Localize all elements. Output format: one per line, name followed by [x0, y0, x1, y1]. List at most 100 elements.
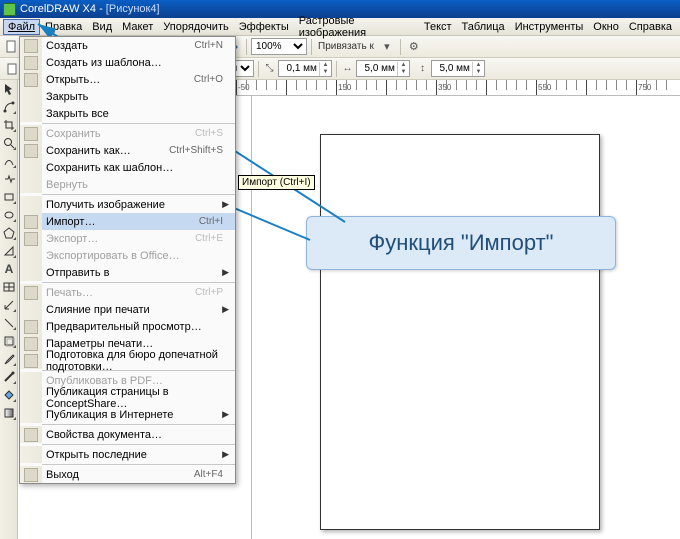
- print-icon: [24, 286, 38, 300]
- height-icon: ↕: [416, 62, 429, 75]
- app-name: CorelDRAW X4: [20, 3, 96, 15]
- canvas[interactable]: [252, 96, 680, 539]
- file-menu-item-27[interactable]: Свойства документа…: [20, 426, 235, 443]
- snap-dropdown[interactable]: ▾: [378, 38, 396, 56]
- file-menu-item-14: Экспортировать в Office…: [20, 247, 235, 264]
- menu-label: Предварительный просмотр…: [42, 321, 229, 333]
- dup-dx-group: ↔ ▲▼: [341, 60, 410, 77]
- menu-text[interactable]: Текст: [419, 19, 457, 35]
- menu-effects[interactable]: Эффекты: [234, 19, 294, 35]
- file-menu-item-29[interactable]: Открыть последние▶: [20, 446, 235, 463]
- text-tool[interactable]: A: [0, 260, 18, 278]
- import-tooltip: Импорт (Ctrl+I): [238, 175, 315, 190]
- file-menu-item-11[interactable]: Получить изображение▶: [20, 196, 235, 213]
- connector-tool[interactable]: [0, 314, 18, 332]
- crop-tool[interactable]: [0, 116, 18, 134]
- file-menu-item-4[interactable]: Закрыть все: [20, 105, 235, 122]
- file-menu-item-6: СохранитьCtrl+S: [20, 125, 235, 142]
- submenu-arrow-icon: ▶: [222, 267, 229, 278]
- submenu-arrow-icon: ▶: [222, 409, 229, 420]
- file-menu-item-3[interactable]: Закрыть: [20, 88, 235, 105]
- menu-edit[interactable]: Правка: [40, 19, 87, 35]
- freehand-tool[interactable]: [0, 152, 18, 170]
- export-icon: [24, 232, 38, 246]
- file-menu-item-18[interactable]: Слияние при печати▶: [20, 301, 235, 318]
- menu-label: Отправить в: [42, 267, 222, 279]
- exit-icon: [24, 468, 38, 482]
- ellipse-tool[interactable]: [0, 206, 18, 224]
- menu-label: Создать: [42, 40, 194, 52]
- submenu-arrow-icon: ▶: [222, 304, 229, 315]
- menu-label: Экспортировать в Office…: [42, 250, 229, 262]
- pick-tool[interactable]: [0, 80, 18, 98]
- menu-bitmaps[interactable]: Растровые изображения: [294, 13, 419, 41]
- file-menu-item-9: Вернуть: [20, 176, 235, 193]
- prep-icon: [24, 354, 38, 368]
- polygon-tool[interactable]: [0, 224, 18, 242]
- file-menu-dropdown: СоздатьCtrl+NСоздать из шаблона…Открыть……: [19, 36, 236, 484]
- options-button[interactable]: ⚙: [405, 38, 423, 56]
- eyedropper-tool[interactable]: [0, 350, 18, 368]
- open-icon: [24, 73, 38, 87]
- file-menu-item-0[interactable]: СоздатьCtrl+N: [20, 37, 235, 54]
- menu-label: Сохранить как шаблон…: [42, 162, 229, 174]
- new-icon: [24, 39, 38, 53]
- menu-label: Закрыть все: [42, 108, 229, 120]
- file-menu-item-8[interactable]: Сохранить как шаблон…: [20, 159, 235, 176]
- spinner-up-icon[interactable]: ▲: [320, 62, 331, 69]
- toolbox: A: [0, 80, 18, 539]
- file-menu-item-1[interactable]: Создать из шаблона…: [20, 54, 235, 71]
- menu-arrange[interactable]: Упорядочить: [158, 19, 233, 35]
- rectangle-tool[interactable]: [0, 188, 18, 206]
- shape-tool[interactable]: [0, 98, 18, 116]
- submenu-arrow-icon: ▶: [222, 449, 229, 460]
- menu-label: Экспорт…: [42, 233, 195, 245]
- spinner-down-icon[interactable]: ▼: [320, 69, 331, 76]
- basic-shapes-tool[interactable]: [0, 242, 18, 260]
- menu-label: Печать…: [42, 287, 195, 299]
- file-menu-item-2[interactable]: Открыть…Ctrl+O: [20, 71, 235, 88]
- menu-tools[interactable]: Инструменты: [510, 19, 589, 35]
- zoom-tool[interactable]: [0, 134, 18, 152]
- menu-table[interactable]: Таблица: [457, 19, 510, 35]
- preview-icon: [24, 320, 38, 334]
- menu-window[interactable]: Окно: [588, 19, 624, 35]
- menu-label: Слияние при печати: [42, 304, 222, 316]
- menu-layout[interactable]: Макет: [117, 19, 158, 35]
- zoom-select[interactable]: 100%: [251, 38, 307, 55]
- fill-tool[interactable]: [0, 386, 18, 404]
- file-menu-item-19[interactable]: Предварительный просмотр…: [20, 318, 235, 335]
- menu-label: Закрыть: [42, 91, 229, 103]
- nudge-group: ⤡ ▲▼: [263, 60, 332, 77]
- table-tool[interactable]: [0, 278, 18, 296]
- ruler-vertical: [236, 96, 252, 539]
- props-icon: [24, 428, 38, 442]
- file-menu-item-31[interactable]: ВыходAlt+F4: [20, 466, 235, 483]
- psetup-icon: [24, 337, 38, 351]
- ruler-horizontal: -50150350550750: [236, 80, 680, 96]
- dup-dy[interactable]: ▲▼: [431, 60, 485, 77]
- file-menu-item-24[interactable]: Публикация страницы в ConceptShare…: [20, 389, 235, 406]
- doc-name: [Рисунок4]: [106, 3, 160, 15]
- menu-help[interactable]: Справка: [624, 19, 677, 35]
- dup-dx[interactable]: ▲▼: [356, 60, 410, 77]
- app-logo-icon: [3, 3, 16, 16]
- nudge-value[interactable]: ▲▼: [278, 60, 332, 77]
- dimension-tool[interactable]: [0, 296, 18, 314]
- menu-view[interactable]: Вид: [87, 19, 117, 35]
- file-menu-item-25[interactable]: Публикация в Интернете▶: [20, 406, 235, 423]
- menu-label: Свойства документа…: [42, 429, 229, 441]
- smart-draw-tool[interactable]: [0, 170, 18, 188]
- file-menu-item-12[interactable]: Импорт…Ctrl+I: [20, 213, 235, 230]
- file-menu-item-21[interactable]: Подготовка для бюро допечатной подготовк…: [20, 352, 235, 369]
- file-menu-item-7[interactable]: Сохранить как…Ctrl+Shift+S: [20, 142, 235, 159]
- interactive-tool[interactable]: [0, 332, 18, 350]
- interactive-fill-tool[interactable]: [0, 404, 18, 422]
- menu-file[interactable]: Файл: [3, 19, 40, 35]
- file-menu-item-15[interactable]: Отправить в▶: [20, 264, 235, 281]
- menu-label: Получить изображение: [42, 199, 222, 211]
- import-icon: [24, 215, 38, 229]
- outline-tool[interactable]: [0, 368, 18, 386]
- menu-label: Открыть последние: [42, 449, 222, 461]
- dup-dy-group: ↕ ▲▼: [416, 60, 485, 77]
